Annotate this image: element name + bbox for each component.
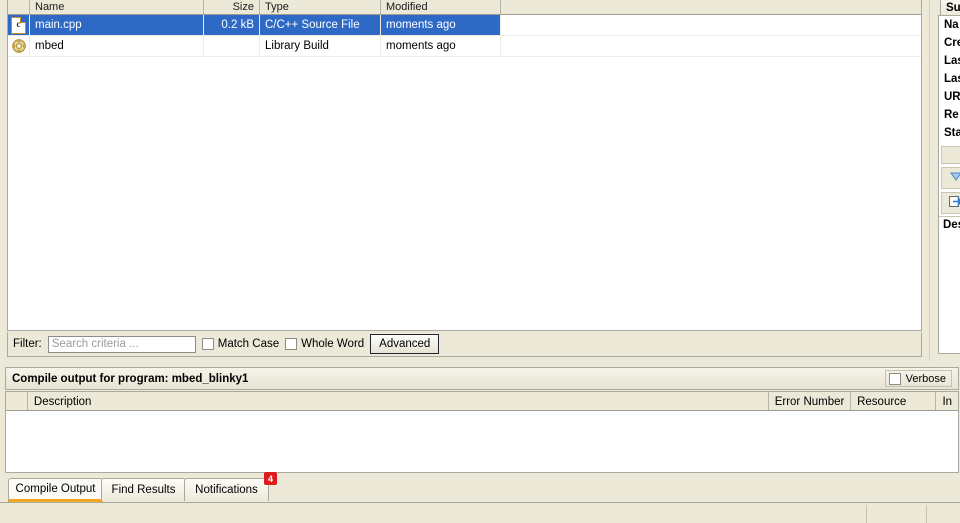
search-input[interactable]	[47, 335, 196, 353]
file-name-cell: main.cpp	[30, 15, 204, 35]
output-title-bar: Compile output for program: mbed_blinky1…	[5, 367, 959, 390]
update-button[interactable]	[941, 167, 960, 189]
bottom-tab-strip: Compile Output Find Results Notification…	[0, 472, 960, 502]
details-group-separator	[941, 146, 960, 164]
property-label: Las	[944, 73, 960, 85]
column-header-in-folder[interactable]: In	[936, 392, 958, 410]
status-badge: 4	[264, 472, 277, 485]
tab-notifications-label: Notifications	[195, 484, 258, 496]
output-table-header: Description Error Number Resource In	[6, 392, 958, 411]
whole-word-label: Whole Word	[301, 338, 365, 350]
tab-find-results[interactable]: Find Results	[101, 478, 186, 501]
file-icon-cell	[8, 36, 30, 56]
column-header-name[interactable]: Name	[30, 0, 204, 14]
tab-notifications[interactable]: Notifications 4	[184, 472, 277, 501]
verbose-label: Verbose	[905, 372, 946, 385]
file-modified-cell: moments ago	[381, 36, 501, 56]
details-panel: Su Na Cre Las Las UR Re Sta	[936, 0, 960, 361]
c-source-file-icon	[11, 16, 26, 34]
table-row[interactable]: mbed Library Build moments ago	[8, 36, 921, 57]
file-list: Name Size Type Modified main.cpp 0.2 kB …	[7, 0, 922, 331]
chevron-down-icon	[949, 170, 960, 186]
table-row[interactable]: main.cpp 0.2 kB C/C++ Source File moment…	[8, 15, 921, 36]
match-case-checkbox[interactable]: Match Case	[201, 338, 280, 350]
column-header-resource[interactable]: Resource	[851, 392, 937, 410]
file-row-filler	[501, 36, 921, 56]
tab-summary[interactable]: Su	[940, 0, 960, 16]
description-label: Des	[939, 216, 960, 233]
column-header-size[interactable]: Size	[204, 0, 260, 14]
checkbox-box	[285, 338, 298, 350]
column-header-type[interactable]: Type	[260, 0, 381, 14]
property-label: Sta	[944, 127, 960, 139]
file-name-cell: mbed	[30, 36, 204, 56]
property-label: Las	[944, 55, 960, 67]
property-label: Na	[944, 19, 959, 31]
whole-word-checkbox[interactable]: Whole Word	[285, 338, 364, 350]
output-table: Description Error Number Resource In	[5, 391, 959, 473]
status-divider	[926, 505, 927, 523]
property-label: UR	[944, 91, 960, 103]
column-header-gutter	[6, 392, 28, 410]
export-arrow-icon	[949, 195, 960, 211]
file-type-cell: Library Build	[260, 36, 381, 56]
tab-compile-output[interactable]: Compile Output	[8, 478, 103, 502]
file-modified-cell: moments ago	[381, 15, 501, 35]
checkbox-box	[888, 372, 901, 385]
column-header-filler	[501, 0, 921, 14]
file-row-filler	[501, 15, 921, 35]
status-bar	[0, 502, 960, 523]
file-browser-panel: Name Size Type Modified main.cpp 0.2 kB …	[0, 0, 929, 361]
filter-label: Filter:	[13, 338, 42, 350]
file-size-cell	[204, 36, 260, 56]
page-title: Compile output for program: mbed_blinky1	[12, 372, 249, 385]
column-header-icon[interactable]	[8, 0, 30, 14]
column-header-description[interactable]: Description	[28, 392, 769, 410]
verbose-checkbox[interactable]: Verbose	[884, 370, 952, 387]
file-list-header: Name Size Type Modified	[8, 0, 921, 15]
advanced-button[interactable]: Advanced	[370, 334, 440, 354]
library-build-icon	[11, 39, 26, 53]
checkbox-box	[201, 338, 214, 350]
column-header-modified[interactable]: Modified	[381, 0, 501, 14]
status-divider	[866, 505, 867, 523]
file-icon-cell	[8, 15, 30, 35]
details-properties: Na Cre Las Las UR Re Sta	[938, 15, 960, 354]
property-label: Cre	[944, 37, 960, 49]
file-type-cell: C/C++ Source File	[260, 15, 381, 35]
file-size-cell: 0.2 kB	[204, 15, 260, 35]
mbed-ide-window: Name Size Type Modified main.cpp 0.2 kB …	[0, 0, 960, 523]
column-header-error-number[interactable]: Error Number	[769, 392, 852, 410]
filter-bar: Filter: Match Case Whole Word Advanced	[7, 332, 922, 357]
match-case-label: Match Case	[217, 338, 280, 350]
property-label: Re	[944, 109, 959, 121]
export-button[interactable]	[941, 192, 960, 214]
